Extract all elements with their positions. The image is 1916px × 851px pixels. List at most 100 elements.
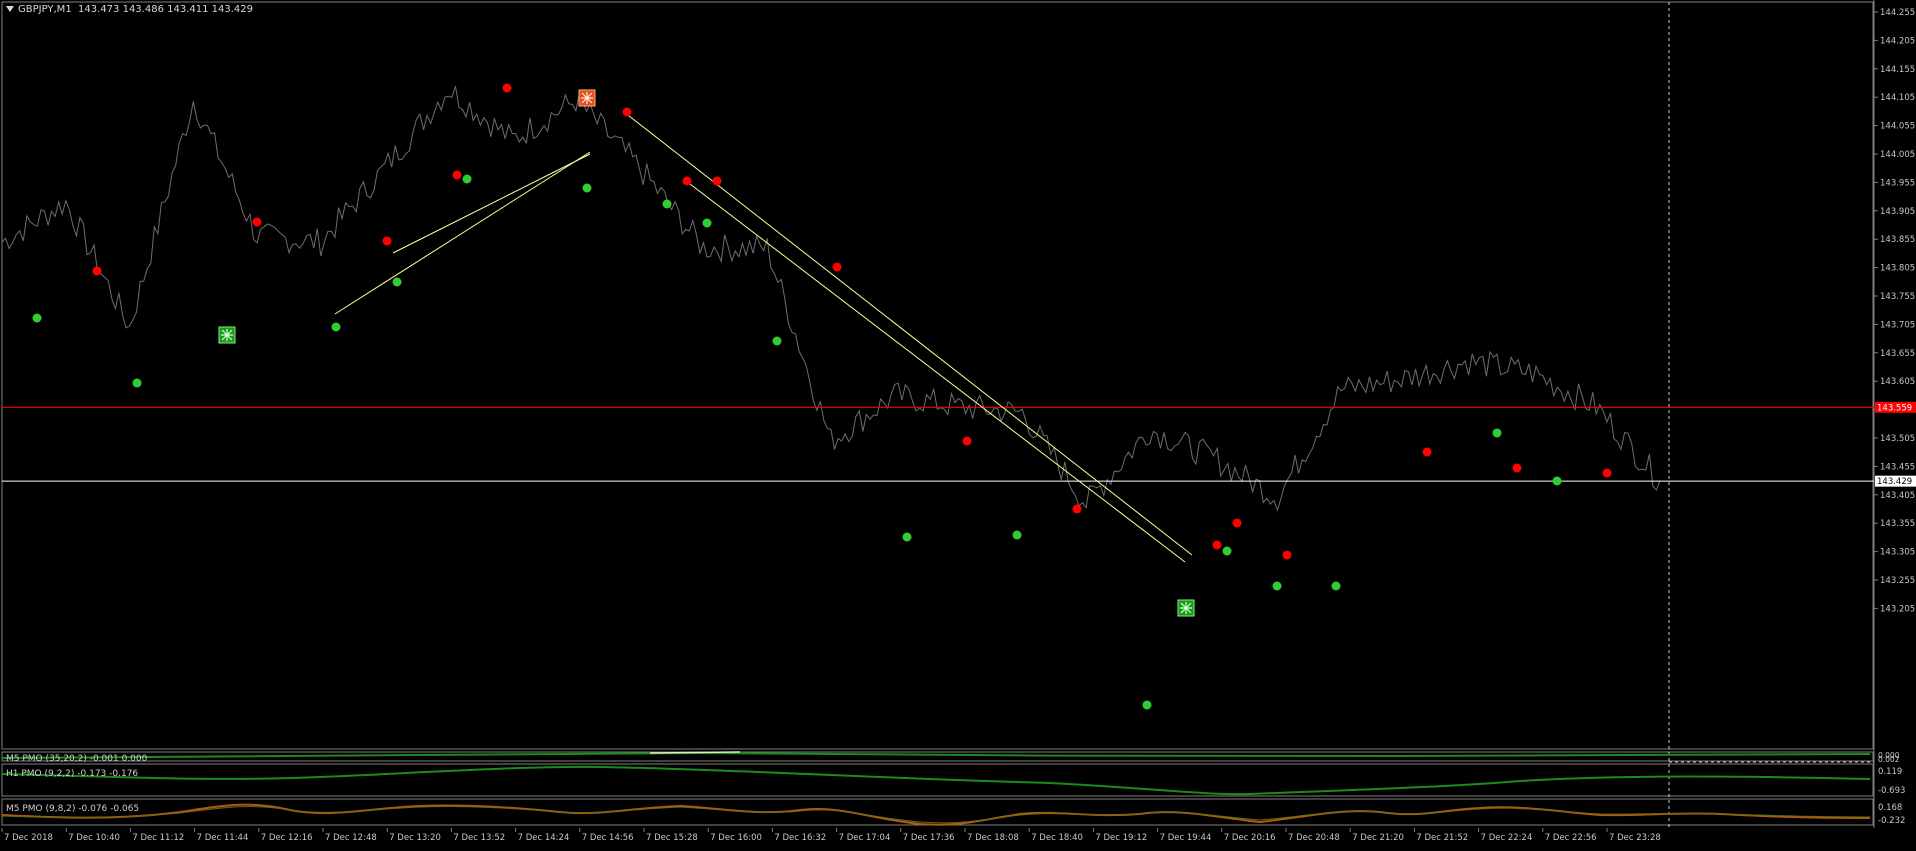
time-tick-label: 7 Dec 14:24 bbox=[518, 833, 570, 843]
ind1-tick: 0.002 bbox=[1878, 755, 1900, 764]
trendline[interactable] bbox=[623, 111, 1193, 556]
up-signal-dot bbox=[462, 174, 472, 184]
ind3-tick: 0.168 bbox=[1878, 803, 1902, 813]
price-line bbox=[1, 85, 1661, 512]
down-signal-dot bbox=[502, 83, 512, 93]
up-signal-dot bbox=[1552, 476, 1562, 486]
down-signal-dot bbox=[252, 217, 262, 227]
price-tick-label: 143.855 bbox=[1880, 235, 1915, 245]
down-signal-dot bbox=[1422, 447, 1432, 457]
buy-marker-icon bbox=[1177, 599, 1195, 617]
indicator1-label: M5 PMO (35,20,2) -0.001 0.000 bbox=[6, 754, 148, 764]
up-signal-dot bbox=[392, 277, 402, 287]
pmo-m5-9-curve bbox=[1, 803, 1871, 826]
time-tick-label: 7 Dec 17:36 bbox=[903, 833, 955, 843]
time-tick-label: 7 Dec 16:00 bbox=[710, 833, 762, 843]
ind3-tick: -0.232 bbox=[1878, 816, 1905, 826]
price-tick-label: 143.755 bbox=[1880, 292, 1915, 302]
time-tick-label: 7 Dec 20:48 bbox=[1288, 833, 1340, 843]
price-tick-label: 143.605 bbox=[1880, 377, 1915, 387]
price-tick-label: 143.305 bbox=[1880, 548, 1915, 558]
down-signal-dot bbox=[452, 170, 462, 180]
up-signal-dot bbox=[1331, 581, 1341, 591]
time-tick-label: 7 Dec 12:16 bbox=[261, 833, 313, 843]
main-chart-frame bbox=[1, 1, 1874, 750]
trendline[interactable] bbox=[689, 183, 1186, 563]
time-tick-label: 7 Dec 17:04 bbox=[839, 833, 891, 843]
trendline[interactable] bbox=[392, 153, 591, 254]
trendline[interactable] bbox=[334, 151, 591, 315]
time-tick-label: 7 Dec 13:52 bbox=[453, 833, 505, 843]
indicator3-label: M5 PMO (9,8,2) -0.076 -0.065 bbox=[6, 804, 139, 814]
ind2-tick: -0.693 bbox=[1878, 786, 1905, 796]
down-signal-dot bbox=[682, 176, 692, 186]
price-tick-label: 143.705 bbox=[1880, 320, 1915, 330]
time-tick-label: 7 Dec 21:20 bbox=[1352, 833, 1404, 843]
down-signal-dot bbox=[622, 107, 632, 117]
up-signal-dot bbox=[902, 532, 912, 542]
indicator2-label: H1 PMO (9,2,2) -0.173 -0.176 bbox=[6, 769, 138, 779]
time-tick-label: 7 Dec 12:48 bbox=[325, 833, 377, 843]
up-signal-dot bbox=[772, 336, 782, 346]
down-signal-dot bbox=[832, 262, 842, 272]
down-signal-dot bbox=[1512, 463, 1522, 473]
price-tick-label: 143.255 bbox=[1880, 576, 1915, 586]
indicator3-frame bbox=[1, 798, 1874, 826]
time-tick-label: 7 Dec 18:08 bbox=[967, 833, 1019, 843]
time-tick-label: 7 Dec 22:56 bbox=[1545, 833, 1597, 843]
time-tick-label: 7 Dec 2018 bbox=[4, 833, 53, 843]
down-signal-dot bbox=[92, 266, 102, 276]
down-signal-dot bbox=[1602, 468, 1612, 478]
down-signal-dot bbox=[962, 436, 972, 446]
dropdown-triangle-icon[interactable] bbox=[6, 6, 14, 12]
price-tick-label: 143.355 bbox=[1880, 519, 1915, 529]
sell-marker-icon bbox=[578, 89, 596, 107]
symbol-name: GBPJPY,M1 bbox=[18, 4, 72, 15]
up-signal-dot bbox=[1012, 530, 1022, 540]
time-tick-label: 7 Dec 19:44 bbox=[1160, 833, 1212, 843]
time-tick-label: 7 Dec 18:40 bbox=[1031, 833, 1083, 843]
red-level-value: 143.559 bbox=[1877, 403, 1912, 413]
time-tick-label: 7 Dec 10:40 bbox=[68, 833, 120, 843]
time-axis: 7 Dec 2018 7 Dec 10:40 7 Dec 11:12 7 Dec 11… bbox=[1, 828, 1661, 843]
buy-marker-icon bbox=[218, 326, 236, 344]
down-signal-dot bbox=[382, 236, 392, 246]
price-tick-label: 144.005 bbox=[1880, 150, 1915, 160]
time-tick-label: 7 Dec 20:16 bbox=[1224, 833, 1276, 843]
up-signal-dot bbox=[662, 199, 672, 209]
time-tick-label: 7 Dec 19:12 bbox=[1095, 833, 1147, 843]
down-signal-dot bbox=[1282, 550, 1292, 560]
price-tick-label: 143.505 bbox=[1880, 434, 1915, 444]
up-signal-dot bbox=[32, 313, 42, 323]
red-level-label: 143.559 bbox=[1875, 401, 1916, 413]
price-tick-label: 144.105 bbox=[1880, 93, 1915, 103]
price-axis: 144.255 144.205 144.155 144.105 144.055 144.0… bbox=[1874, 8, 1915, 614]
time-tick-label: 7 Dec 21:52 bbox=[1416, 833, 1468, 843]
ohlc-values: 143.473 143.486 143.411 143.429 bbox=[78, 4, 253, 15]
price-tick-label: 144.155 bbox=[1880, 65, 1915, 75]
time-tick-label: 7 Dec 11:44 bbox=[197, 833, 249, 843]
price-tick-label: 143.805 bbox=[1880, 264, 1915, 274]
up-signal-dot bbox=[582, 183, 592, 193]
symbol-header[interactable]: GBPJPY,M1 143.473 143.486 143.411 143.42… bbox=[6, 4, 253, 15]
time-tick-label: 7 Dec 23:28 bbox=[1609, 833, 1661, 843]
signal-dots bbox=[32, 83, 1612, 710]
time-tick-label: 7 Dec 14:56 bbox=[582, 833, 634, 843]
ind2-tick: 0.119 bbox=[1878, 767, 1902, 777]
price-tick-label: 143.205 bbox=[1880, 604, 1915, 614]
time-tick-label: 7 Dec 11:12 bbox=[132, 833, 184, 843]
down-signal-dot bbox=[1232, 518, 1242, 528]
pmo-m5-35-signal bbox=[649, 751, 741, 754]
down-signal-dot bbox=[1212, 540, 1222, 550]
pmo-h1-curve bbox=[1, 765, 1871, 796]
time-tick-label: 7 Dec 22:24 bbox=[1481, 833, 1533, 843]
down-signal-dot bbox=[1072, 504, 1082, 514]
bid-label: 143.429 bbox=[1875, 475, 1916, 487]
price-tick-label: 143.655 bbox=[1880, 349, 1915, 359]
down-signal-dot bbox=[712, 176, 722, 186]
price-tick-label: 144.255 bbox=[1880, 8, 1915, 18]
up-signal-dot bbox=[1142, 700, 1152, 710]
time-tick-label: 7 Dec 15:28 bbox=[646, 833, 698, 843]
chart-window[interactable]: 144.255 144.205 144.155 144.105 144.055 144.0… bbox=[0, 0, 1916, 847]
up-signal-dot bbox=[1492, 428, 1502, 438]
